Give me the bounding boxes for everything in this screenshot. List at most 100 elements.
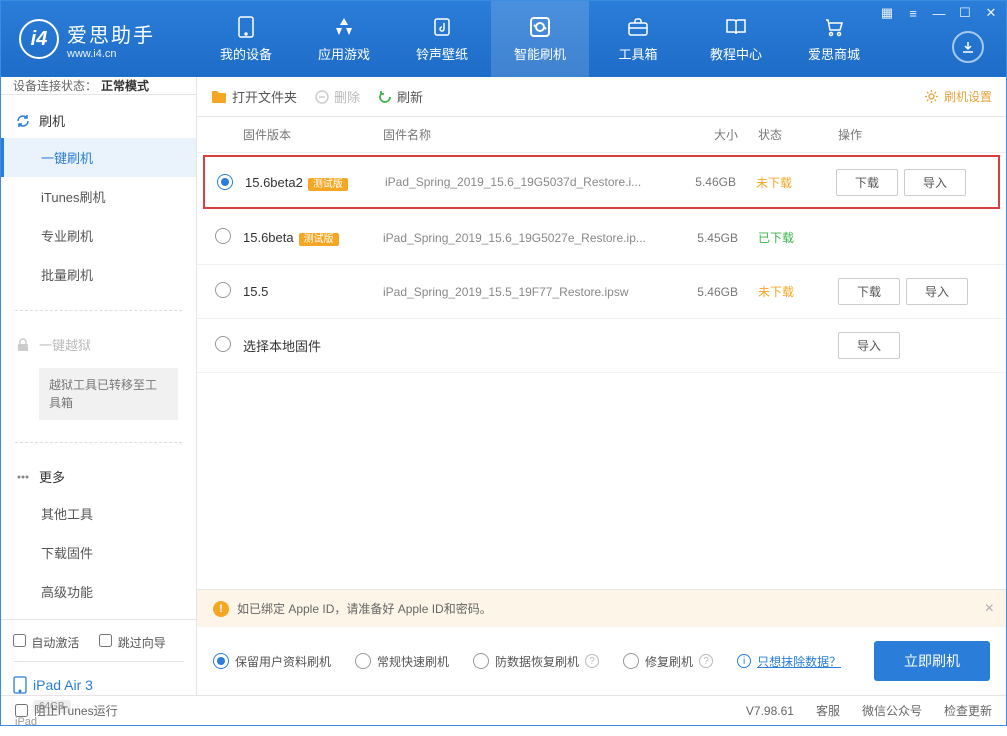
sidebar-item-oneclick[interactable]: 一键刷机	[1, 138, 196, 177]
nav-label: 应用游戏	[318, 44, 370, 63]
help-icon[interactable]: ?	[585, 654, 599, 668]
fw-version: 15.5	[243, 284, 268, 299]
beta-badge: 测试版	[308, 178, 348, 191]
lock-icon	[15, 337, 31, 353]
sidebar-item-advanced[interactable]: 高级功能	[1, 572, 196, 611]
flash-icon	[528, 15, 552, 39]
radio-icon	[623, 653, 639, 669]
mode-anti-recovery[interactable]: 防数据恢复刷机?	[473, 653, 599, 670]
sidebar-group-more: 更多	[1, 459, 196, 494]
auto-activate-checkbox[interactable]: 自动激活	[13, 634, 79, 651]
nav-my-device[interactable]: 我的设备	[197, 1, 295, 77]
help-icon[interactable]: ?	[699, 654, 713, 668]
radio-firmware[interactable]	[217, 174, 233, 190]
sidebar-item-batch[interactable]: 批量刷机	[1, 255, 196, 294]
download-button[interactable]: 下载	[836, 169, 898, 196]
window-controls: ▦ ≡ — ☐ ✕	[878, 4, 1000, 22]
firmware-row[interactable]: 15.6beta2测试版 iPad_Spring_2019_15.6_19G50…	[203, 155, 1000, 209]
sidebar-item-download-fw[interactable]: 下载固件	[1, 533, 196, 572]
menu-icon[interactable]: ≡	[904, 4, 922, 22]
fw-status: 未下载	[756, 174, 836, 191]
close-icon[interactable]: ✕	[982, 4, 1000, 22]
customer-service-link[interactable]: 客服	[816, 702, 840, 719]
maximize-icon[interactable]: ☐	[956, 4, 974, 22]
open-folder-button[interactable]: 打开文件夹	[211, 87, 297, 106]
app-title: 爱思助手	[67, 19, 155, 48]
info-icon: i	[737, 654, 751, 668]
nav-ringtones[interactable]: 铃声壁纸	[393, 1, 491, 77]
device-name[interactable]: iPad Air 3	[13, 670, 184, 696]
status-label: 设备连接状态：	[13, 77, 97, 94]
list-header: 固件版本 固件名称 大小 状态 操作	[197, 117, 1006, 153]
gear-icon	[924, 89, 939, 104]
sidebar-item-other-tools[interactable]: 其他工具	[1, 494, 196, 533]
radio-icon	[473, 653, 489, 669]
nav-label: 我的设备	[220, 44, 272, 63]
book-icon	[724, 15, 748, 39]
fw-size: 5.45GB	[678, 231, 758, 245]
block-itunes-checkbox[interactable]: 阻止iTunes运行	[15, 702, 118, 719]
nav-toolbox[interactable]: 工具箱	[589, 1, 687, 77]
tablet-icon	[13, 676, 27, 694]
import-button[interactable]: 导入	[904, 169, 966, 196]
bottom-panel: ! 如已绑定 Apple ID，请准备好 Apple ID和密码。 × 保留用户…	[197, 589, 1006, 695]
radio-firmware[interactable]	[215, 282, 231, 298]
check-update-link[interactable]: 检查更新	[944, 702, 992, 719]
refresh-button[interactable]: 刷新	[378, 87, 423, 106]
fw-size: 5.46GB	[678, 285, 758, 299]
fw-size: 5.46GB	[676, 175, 756, 189]
warning-text: 如已绑定 Apple ID，请准备好 Apple ID和密码。	[237, 600, 492, 617]
app-url: www.i4.cn	[67, 48, 155, 60]
firmware-list: 15.6beta2 测试版 iPad_Spring_2019_15.6_19G50…	[197, 153, 1006, 319]
grid-icon[interactable]: ▦	[878, 4, 896, 22]
wechat-link[interactable]: 微信公众号	[862, 702, 922, 719]
fw-version: 15.6beta2	[245, 175, 303, 190]
import-button[interactable]: 导入	[838, 332, 900, 359]
music-icon	[430, 15, 454, 39]
radio-firmware[interactable]	[215, 228, 231, 244]
phone-icon	[234, 15, 258, 39]
download-manager-button[interactable]	[952, 31, 984, 63]
logo-area: i4 爱思助手 www.i4.cn	[1, 1, 197, 77]
titlebar: i4 爱思助手 www.i4.cn 我的设备 应用游戏 铃声壁纸 智能刷机 工具…	[1, 1, 1006, 77]
erase-data-link[interactable]: i只想抹除数据？	[737, 653, 841, 670]
warning-icon: !	[213, 601, 229, 617]
firmware-row[interactable]: 15.5 iPad_Spring_2019_15.5_19F77_Restore…	[197, 265, 1006, 319]
nav-label: 铃声壁纸	[416, 44, 468, 63]
radio-local[interactable]	[215, 336, 231, 352]
firmware-row[interactable]: 15.6beta测试版 iPad_Spring_2019_15.6_19G502…	[197, 211, 1006, 265]
sidebar: 设备连接状态： 正常模式 刷机 一键刷机 iTunes刷机 专业刷机 批量刷机 …	[1, 77, 197, 695]
logo-icon: i4	[19, 19, 59, 59]
nav-store[interactable]: 爱思商城	[785, 1, 883, 77]
mode-quick[interactable]: 常规快速刷机	[355, 653, 449, 670]
main-panel: 打开文件夹 删除 刷新 刷机设置 固件版本 固件名称 大小 状态 操作	[197, 77, 1006, 695]
sidebar-item-pro[interactable]: 专业刷机	[1, 216, 196, 255]
skip-guide-checkbox[interactable]: 跳过向导	[99, 634, 165, 651]
nav-apps[interactable]: 应用游戏	[295, 1, 393, 77]
connection-status: 设备连接状态： 正常模式	[1, 77, 196, 95]
nav-flash[interactable]: 智能刷机	[491, 1, 589, 77]
download-button[interactable]: 下载	[838, 278, 900, 305]
device-type: iPad	[13, 716, 184, 736]
fw-filename: iPad_Spring_2019_15.6_19G5027e_Restore.i…	[383, 231, 678, 245]
col-status: 状态	[758, 126, 838, 143]
radio-icon	[213, 653, 229, 669]
toolbar: 打开文件夹 删除 刷新 刷机设置	[197, 77, 1006, 117]
nav-tutorials[interactable]: 教程中心	[687, 1, 785, 77]
warning-close-button[interactable]: ×	[985, 600, 994, 618]
flash-now-button[interactable]: 立即刷机	[874, 641, 990, 681]
flash-settings-button[interactable]: 刷机设置	[924, 88, 992, 105]
col-version: 固件版本	[243, 126, 383, 143]
status-value: 正常模式	[101, 77, 149, 94]
sidebar-group-flash: 刷机	[1, 103, 196, 138]
group-title: 更多	[39, 467, 65, 486]
fw-status: 未下载	[758, 283, 838, 300]
mode-repair[interactable]: 修复刷机?	[623, 653, 713, 670]
minimize-icon[interactable]: —	[930, 4, 948, 22]
nav-label: 工具箱	[618, 44, 657, 63]
mode-keep-data[interactable]: 保留用户资料刷机	[213, 653, 331, 670]
delete-button[interactable]: 删除	[315, 87, 360, 106]
sidebar-item-itunes[interactable]: iTunes刷机	[1, 177, 196, 216]
import-button[interactable]: 导入	[906, 278, 968, 305]
jailbreak-note: 越狱工具已转移至工具箱	[39, 368, 178, 420]
